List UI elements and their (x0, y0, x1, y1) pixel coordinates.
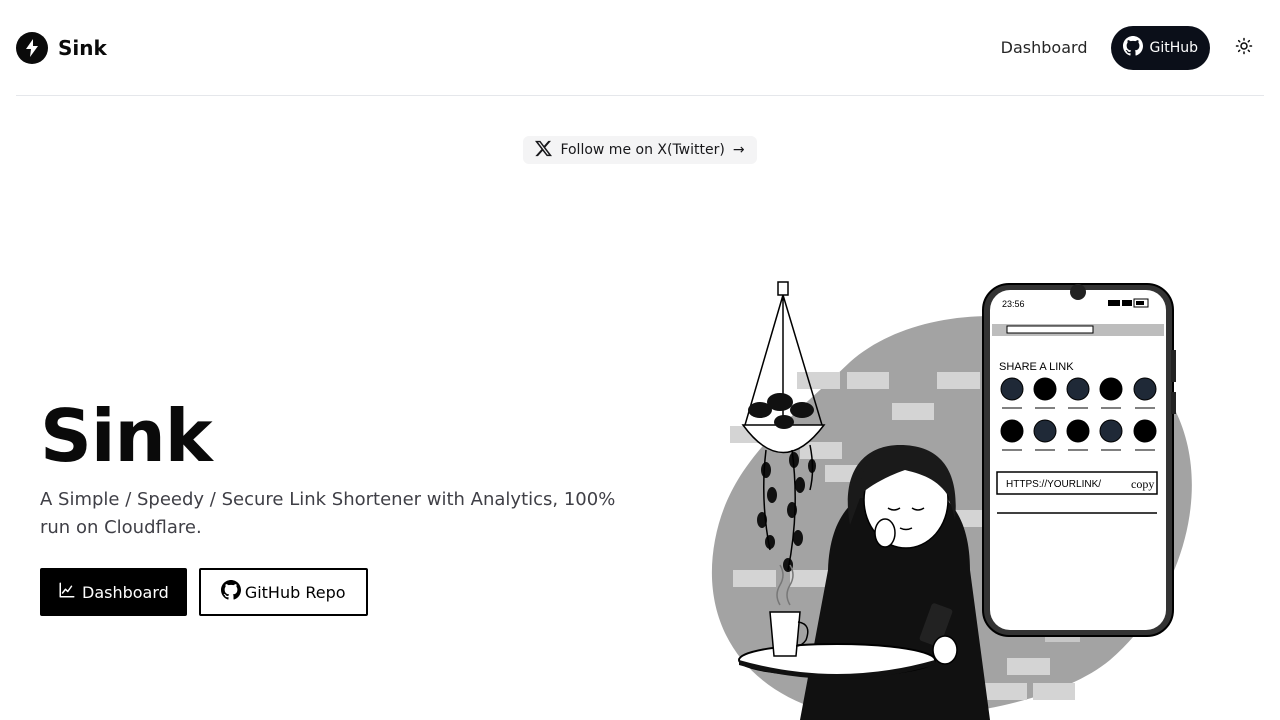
dashboard-button[interactable]: Dashboard (40, 568, 187, 616)
brand-name: Sink (58, 35, 107, 60)
github-icon (220, 580, 241, 604)
phone-time: 23:56 (1002, 299, 1025, 309)
github-repo-button-label: GitHub Repo (244, 582, 346, 602)
github-icon (1123, 35, 1144, 60)
chart-icon (58, 581, 76, 603)
site-header: Sink Dashboard GitHub (16, 0, 1264, 96)
hero-illustration: 23:56 SHARE A LINK HTTPS://YOURLINK/ cop… (700, 270, 1220, 720)
brand[interactable]: Sink (16, 31, 107, 64)
arrow-right-icon: → (732, 142, 745, 158)
follow-x-chip[interactable]: Follow me on X(Twitter) → (523, 136, 757, 164)
github-repo-button[interactable]: GitHub Repo (198, 568, 368, 616)
nav-dashboard-link[interactable]: Dashboard (989, 30, 1100, 65)
sun-icon (1235, 37, 1253, 59)
bolt-icon (16, 31, 48, 64)
follow-x-text: Follow me on X(Twitter) (560, 142, 725, 158)
share-title: SHARE A LINK (999, 361, 1074, 373)
top-nav: Dashboard GitHub (989, 25, 1264, 70)
theme-toggle[interactable] (1224, 28, 1264, 68)
x-logo-icon (535, 140, 553, 161)
hero-subtitle: A Simple / Speedy / Secure Link Shortene… (40, 489, 616, 538)
dashboard-button-label: Dashboard (82, 582, 169, 602)
phone-mockup: 23:56 SHARE A LINK HTTPS://YOURLINK/ cop… (982, 283, 1176, 637)
hero-actions: Dashboard GitHub Repo (40, 568, 368, 616)
copy-text: copy (1131, 477, 1154, 491)
hero-title: Sink (40, 394, 213, 478)
github-button-label: GitHub (1149, 39, 1198, 56)
github-button[interactable]: GitHub (1111, 25, 1210, 70)
link-text: HTTPS://YOURLINK/ (1006, 479, 1101, 490)
